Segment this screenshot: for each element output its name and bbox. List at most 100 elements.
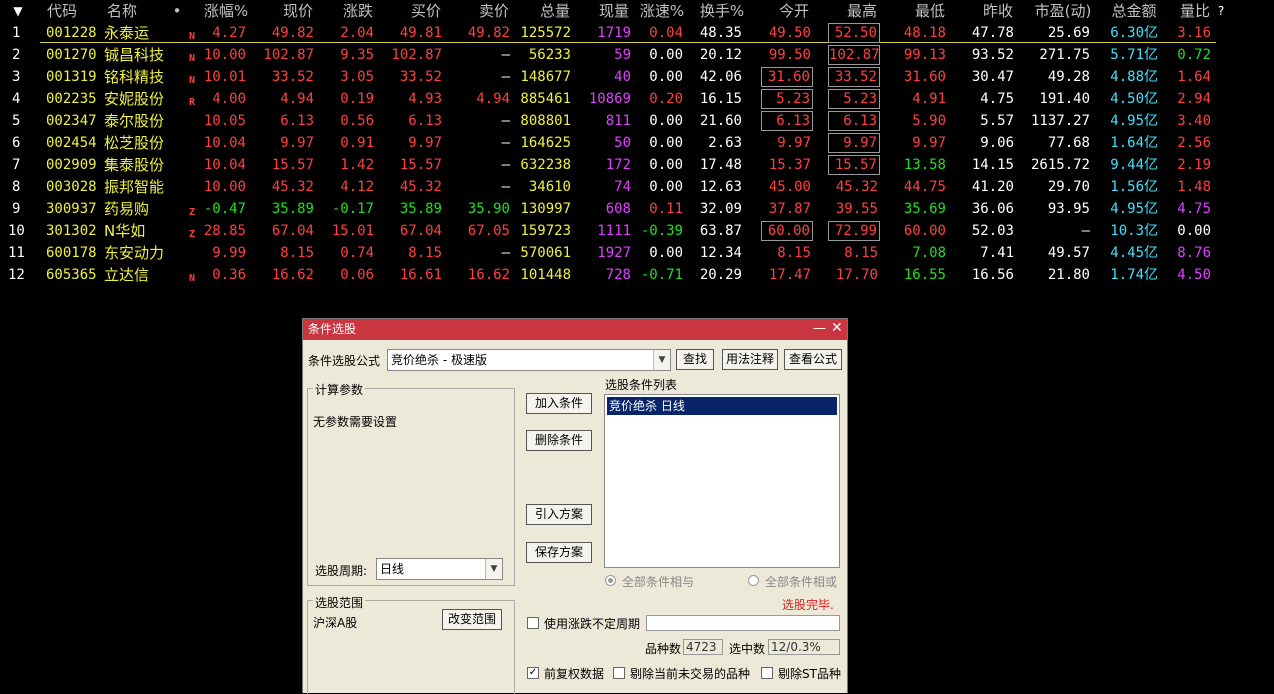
irregular-period-input[interactable]	[646, 615, 840, 631]
cell-chg_pct: 0.36	[212, 267, 246, 283]
cell-turnover: 32.09	[699, 201, 742, 217]
cell-name: 泰尔股份	[104, 112, 165, 130]
column-header-ask[interactable]: 卖价	[464, 0, 524, 22]
period-select[interactable]: 日线 ▼	[376, 558, 503, 580]
table-row[interactable]: 11 600178 东安动力 9.99 8.15 0.74 8.15—570061 1927 0…	[0, 242, 1274, 264]
cell-idx: 1	[12, 25, 21, 41]
list-item[interactable]: 竞价绝杀 日线	[607, 397, 837, 415]
cell-name: 安妮股份	[104, 90, 165, 108]
column-header-chg_pct[interactable]: 涨幅%	[196, 0, 256, 22]
close-icon[interactable]: ✕	[831, 318, 843, 339]
table-row[interactable]: 8 003028 振邦智能 10.00 45.32 4.12 45.32—34610 74 0.…	[0, 176, 1274, 198]
cell-low: 9.97	[912, 135, 946, 151]
selected-label: 选中数	[729, 642, 766, 656]
cell-vol_ratio: 3.16	[1177, 25, 1211, 41]
cell-open: 31.60	[761, 67, 813, 87]
table-row[interactable]: 12 605365 立达信 N 0.36 16.62 0.06 16.61 16.62 10144…	[0, 264, 1274, 286]
radio-or[interactable]	[748, 575, 759, 586]
view-formula-button[interactable]: 查看公式	[784, 349, 842, 370]
cell-bid: 45.32	[399, 179, 442, 195]
fq-checkbox[interactable]: ✓	[527, 667, 539, 679]
column-header-prev_close[interactable]: 昨收	[968, 0, 1028, 22]
cell-idx: 10	[8, 223, 25, 239]
period-value: 日线	[380, 562, 405, 576]
cell-turnover: 20.12	[699, 47, 742, 63]
exclude-st-checkbox[interactable]	[761, 667, 773, 679]
dialog-titlebar[interactable]: 条件选股 — ✕	[303, 319, 847, 340]
cell-open: 9.97	[777, 135, 811, 151]
table-row[interactable]: 10 301302 N华如 Z 28.85 67.04 15.01 67.04 67.05 159…	[0, 220, 1274, 242]
cell-prev_close: 47.78	[971, 25, 1014, 41]
cell-volume: 130997	[520, 201, 571, 217]
cell-open: 17.47	[768, 267, 811, 283]
cell-ask: —	[501, 69, 510, 85]
find-button[interactable]: 查找	[676, 349, 714, 370]
table-row[interactable]: 1 001228 永泰运 N 4.27 49.82 2.04 49.81 49.82 125572…	[0, 22, 1274, 44]
cell-code: 001319	[46, 69, 97, 85]
column-header-bid[interactable]: 买价	[396, 0, 456, 22]
formula-select[interactable]: 竞价绝杀 - 极速版 ▼	[387, 349, 671, 371]
cell-ask: —	[501, 245, 510, 261]
table-row[interactable]: 6 002454 松芝股份 10.04 9.97 0.91 9.97—164625 50 0.0…	[0, 132, 1274, 154]
cell-ask: —	[501, 135, 510, 151]
table-row[interactable]: 4 002235 安妮股份 R 4.00 4.94 0.19 4.93 4.94 885461 10…	[0, 88, 1274, 110]
cell-price: 4.94	[280, 91, 314, 107]
cell-name: N华如	[104, 222, 146, 240]
cell-bid: 67.04	[399, 223, 442, 239]
cell-name: 铭科精技	[104, 68, 165, 86]
irregular-period-checkbox[interactable]	[527, 617, 539, 629]
exclude-untraded-checkbox[interactable]	[613, 667, 625, 679]
column-header-speed[interactable]: 涨速%	[632, 0, 692, 22]
column-header-name[interactable]: 名称	[92, 0, 152, 22]
table-row[interactable]: 9 300937 药易购 Z -0.47 35.89 -0.17 35.89 35.90 1309…	[0, 198, 1274, 220]
chevron-down-icon[interactable]: ▼	[485, 559, 502, 579]
cell-idx: 11	[8, 245, 25, 261]
table-row[interactable]: 3 001319 铭科精技 N 10.01 33.52 3.05 33.52—148677 40…	[0, 66, 1274, 88]
cell-open: 99.50	[768, 47, 811, 63]
save-plan-button[interactable]: 保存方案	[526, 542, 592, 563]
column-header-high[interactable]: 最高	[832, 0, 892, 22]
cell-open: 5.23	[761, 89, 813, 109]
column-header-open[interactable]: 今开	[764, 0, 824, 22]
cell-vol_ratio: 2.94	[1177, 91, 1211, 107]
import-plan-button[interactable]: 引入方案	[526, 504, 592, 525]
cell-pe: 49.57	[1047, 245, 1090, 261]
cell-turnover: 2.63	[708, 135, 742, 151]
cell-code: 002454	[46, 135, 97, 151]
change-scope-button[interactable]: 改变范围	[442, 609, 502, 630]
cell-code: 001228	[46, 25, 97, 41]
count-label: 品种数	[645, 642, 682, 656]
cell-high: 9.97	[828, 133, 880, 153]
table-row[interactable]: 5 002347 泰尔股份 10.05 6.13 0.56 6.13—808801 811 0.…	[0, 110, 1274, 132]
table-row[interactable]: 2 001270 铖昌科技 N 10.00 102.87 9.35 102.87—56233 5…	[0, 44, 1274, 66]
cell-chg: 1.42	[340, 157, 374, 173]
column-header-price[interactable]: 现价	[268, 0, 328, 22]
cell-pe: 93.95	[1047, 201, 1090, 217]
minimize-icon[interactable]: —	[813, 318, 826, 339]
column-header-code[interactable]: 代码	[32, 0, 92, 22]
cell-pe: 1137.27	[1030, 113, 1090, 129]
chevron-down-icon[interactable]: ▼	[653, 350, 670, 370]
cell-chg_pct: 10.01	[203, 69, 246, 85]
radio-and[interactable]	[605, 575, 616, 586]
column-header-help[interactable]: ?	[1191, 0, 1251, 22]
column-header-pe[interactable]: 市盈(动)	[1033, 0, 1093, 22]
condition-list[interactable]: 竞价绝杀 日线	[604, 394, 840, 568]
cell-name: 永泰运	[104, 24, 150, 42]
cell-low: 13.58	[903, 157, 946, 173]
cell-idx: 4	[12, 91, 21, 107]
cell-volume: 159723	[520, 223, 571, 239]
column-header-chg[interactable]: 涨跌	[328, 0, 388, 22]
delete-condition-button[interactable]: 删除条件	[526, 430, 592, 451]
column-header-volume[interactable]: 总量	[525, 0, 585, 22]
usage-button[interactable]: 用法注释	[722, 349, 778, 370]
column-header-amount[interactable]: 总金额	[1104, 0, 1164, 22]
column-header-turnover[interactable]: 换手%	[692, 0, 752, 22]
column-header-low[interactable]: 最低	[900, 0, 960, 22]
cell-bid: 9.97	[408, 135, 442, 151]
cell-open: 8.15	[777, 245, 811, 261]
cell-open: 49.50	[768, 25, 811, 41]
table-row[interactable]: 7 002909 集泰股份 10.04 15.57 1.42 15.57—632238 172…	[0, 154, 1274, 176]
add-condition-button[interactable]: 加入条件	[526, 393, 592, 414]
cell-low: 60.00	[903, 223, 946, 239]
